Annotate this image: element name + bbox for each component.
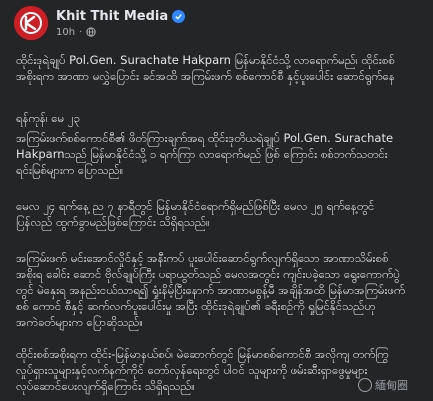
page-name[interactable]: Khit Thit Media	[56, 9, 168, 24]
post-meta: 10h ·	[56, 25, 96, 39]
khit-thit-logo-icon	[14, 6, 48, 40]
post-paragraph-headline: ထိုင်းဒုရဲချုပ် Pol.Gen. Surachate Hakpa…	[16, 53, 395, 83]
post-paragraph: ထိုင်းစစ်အစိုးရက ထိုင်း-မြန်မာနယ်စပ်၊ မဲ…	[16, 347, 389, 393]
page-name-row: Khit Thit Media	[56, 6, 186, 26]
post-paragraph: အကြမ်းဖက်စစ်ကောင်စီ၏ ဖိတ်ကြားချက်အရ ထိုင…	[16, 131, 394, 177]
post-paragraph: အကြမ်းဖက် မင်းအောင်လှိုင်နှင့် အနီးကပ် ပ…	[16, 251, 406, 329]
post-paragraph-dateline: ရန်ကုန်၊ မေ ၂၃	[16, 111, 80, 125]
post-card: Khit Thit Media 10h · ထိုင်းဒုရဲချုပ် Po…	[8, 0, 418, 401]
watermark-icon	[358, 378, 372, 392]
verified-badge-icon	[172, 9, 186, 23]
post-paragraph: မေလ ၂၄ ရက်နေ့ ည ၇ နာရီတွင် မြန်မာနိုင်ငံ…	[16, 199, 375, 229]
watermark: 緬甸圈	[358, 377, 408, 393]
globe-icon[interactable]	[86, 27, 96, 37]
page-avatar[interactable]	[14, 6, 48, 40]
watermark-text: 緬甸圈	[375, 379, 408, 392]
post-time[interactable]: 10h	[56, 27, 75, 38]
meta-separator: ·	[79, 26, 83, 38]
post-header: Khit Thit Media 10h ·	[8, 0, 418, 46]
